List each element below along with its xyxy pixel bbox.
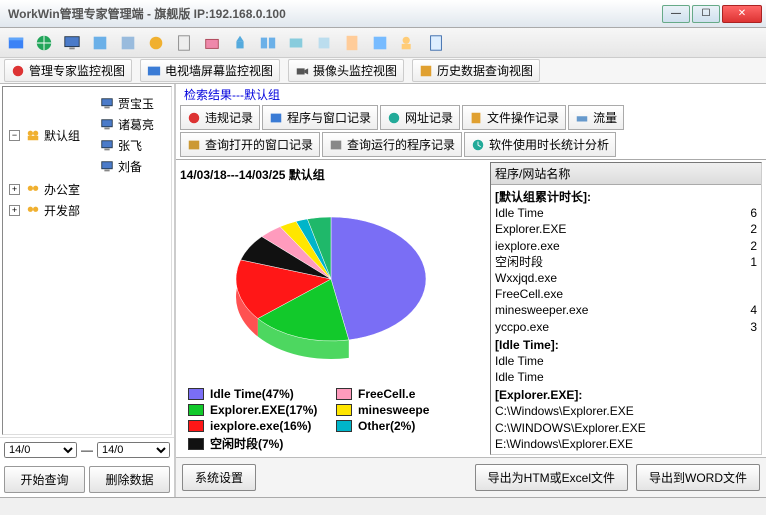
expand-icon[interactable]: + xyxy=(9,184,20,195)
toolbar-icon-10[interactable] xyxy=(256,31,280,55)
list-header: 程序/网站名称 xyxy=(491,163,761,185)
toolbar-icon-13[interactable] xyxy=(340,31,364,55)
close-button[interactable]: ✕ xyxy=(722,5,762,23)
computer-icon xyxy=(100,139,114,153)
record-tab[interactable]: 程序与窗口记录 xyxy=(262,105,378,130)
tree-root: 默认组 xyxy=(44,127,80,144)
group-tree[interactable]: − 默认组 贾宝玉诸葛亮张飞刘备 +办公室 +开发部 xyxy=(2,86,172,435)
record-tab[interactable]: 文件操作记录 xyxy=(462,105,566,130)
record-tab[interactable]: 流量 xyxy=(568,105,624,130)
computer-icon xyxy=(100,118,114,132)
search-result-label: 检索结果---默认组 xyxy=(176,84,766,105)
tree-member[interactable]: 刘备 xyxy=(100,156,154,177)
group-icon xyxy=(26,128,40,142)
window-title: WorkWin管理专家管理端 - 旗舰版 IP:192.168.0.100 xyxy=(4,5,662,22)
expand-icon[interactable]: + xyxy=(9,205,20,216)
toolbar-icon-6[interactable] xyxy=(144,31,168,55)
record-subtab[interactable]: 查询打开的窗口记录 xyxy=(180,132,320,157)
toolbar-icon-11[interactable] xyxy=(284,31,308,55)
record-subtab[interactable]: 查询运行的程序记录 xyxy=(322,132,462,157)
view-tab-monitor[interactable]: 管理专家监控视图 xyxy=(4,59,132,82)
record-tabs-secondary: 查询打开的窗口记录查询运行的程序记录软件使用时长统计分析 xyxy=(176,130,766,160)
pie-chart xyxy=(226,189,436,379)
toolbar-icon-15[interactable] xyxy=(396,31,420,55)
computer-icon xyxy=(100,160,114,174)
window-titlebar: WorkWin管理专家管理端 - 旗舰版 IP:192.168.0.100 — … xyxy=(0,0,766,28)
toolbar-icon-4[interactable] xyxy=(88,31,112,55)
chart-title: 14/03/18---14/03/25 默认组 xyxy=(180,164,482,185)
date-to-select[interactable]: 14/0 xyxy=(97,442,170,458)
toolbar-icon-1[interactable] xyxy=(4,31,28,55)
list-body[interactable]: [默认组累计时长]:Idle Time6Explorer.EXE2iexplor… xyxy=(491,185,761,454)
toolbar-icon-globe[interactable] xyxy=(32,31,56,55)
tree-member[interactable]: 贾宝玉 xyxy=(100,93,154,114)
date-from-select[interactable]: 14/0 xyxy=(4,442,77,458)
toolbar-icon-7[interactable] xyxy=(172,31,196,55)
expand-icon[interactable]: − xyxy=(9,130,20,141)
record-subtab[interactable]: 软件使用时长统计分析 xyxy=(464,132,616,157)
tree-member[interactable]: 张飞 xyxy=(100,135,154,156)
group-icon xyxy=(26,204,40,218)
view-tabs: 管理专家监控视图 电视墙屏幕监控视图 摄像头监控视图 历史数据查询视图 xyxy=(0,58,766,84)
toolbar-icon-8[interactable] xyxy=(200,31,224,55)
delete-data-button[interactable]: 删除数据 xyxy=(89,466,170,493)
computer-icon xyxy=(100,97,114,111)
record-tab[interactable]: 网址记录 xyxy=(380,105,460,130)
toolbar-icon-monitor[interactable] xyxy=(60,31,84,55)
status-bar xyxy=(0,497,766,515)
record-tab[interactable]: 违规记录 xyxy=(180,105,260,130)
view-tab-history[interactable]: 历史数据查询视图 xyxy=(412,59,540,82)
toolbar-icon-9[interactable] xyxy=(228,31,252,55)
program-list: 程序/网站名称 [默认组累计时长]:Idle Time6Explorer.EXE… xyxy=(490,162,762,455)
main-toolbar xyxy=(0,28,766,58)
start-query-button[interactable]: 开始查询 xyxy=(4,466,85,493)
toolbar-icon-16[interactable] xyxy=(424,31,448,55)
export-word-button[interactable]: 导出到WORD文件 xyxy=(636,464,760,491)
group-icon xyxy=(26,183,40,197)
toolbar-icon-12[interactable] xyxy=(312,31,336,55)
toolbar-icon-14[interactable] xyxy=(368,31,392,55)
toolbar-icon-5[interactable] xyxy=(116,31,140,55)
tree-member[interactable]: 诸葛亮 xyxy=(100,114,154,135)
export-html-excel-button[interactable]: 导出为HTM或Excel文件 xyxy=(475,464,628,491)
view-tab-camera[interactable]: 摄像头监控视图 xyxy=(288,59,404,82)
chart-legend: Idle Time(47%)FreeCell.eExplorer.EXE(17%… xyxy=(180,383,482,456)
record-tabs-primary: 违规记录程序与窗口记录网址记录文件操作记录流量 xyxy=(176,105,766,130)
view-tab-tvwall[interactable]: 电视墙屏幕监控视图 xyxy=(140,59,280,82)
system-settings-button[interactable]: 系统设置 xyxy=(182,464,256,491)
maximize-button[interactable]: ☐ xyxy=(692,5,720,23)
minimize-button[interactable]: — xyxy=(662,5,690,23)
